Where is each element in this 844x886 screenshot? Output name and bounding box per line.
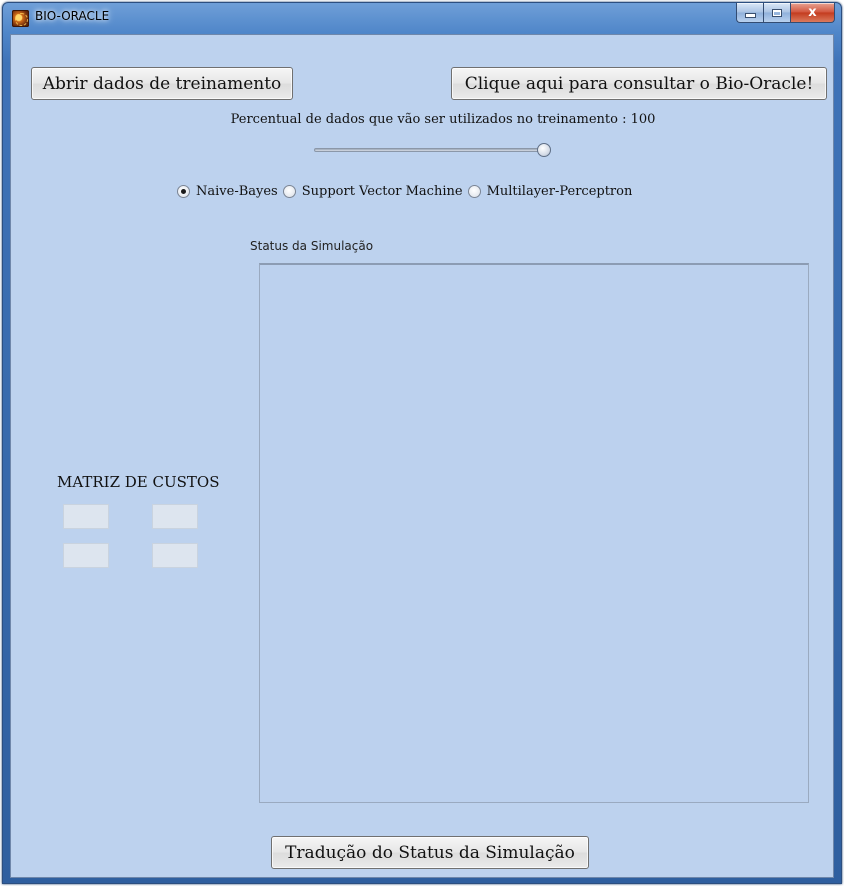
radio-option-naive-bayes[interactable]: Naive-Bayes xyxy=(177,184,278,199)
radio-option-multilayer-perceptron[interactable]: Multilayer-Perceptron xyxy=(467,183,633,199)
status-label: Status da Simulação xyxy=(250,239,374,253)
training-percent-slider[interactable] xyxy=(314,143,551,159)
cost-matrix-cell-0-1[interactable] xyxy=(152,504,198,529)
maximize-icon xyxy=(772,8,782,17)
close-button[interactable]: x xyxy=(790,3,835,23)
client-area: Abrir dados de treinamento Clique aqui p… xyxy=(10,34,834,878)
consult-bio-oracle-button[interactable]: Clique aqui para consultar o Bio-Oracle! xyxy=(451,67,827,100)
title-bar[interactable]: BIO-ORACLE x xyxy=(3,3,841,34)
radio-label: Support Vector Machine xyxy=(301,183,463,199)
slider-track[interactable] xyxy=(314,148,544,152)
window-controls: x xyxy=(736,3,835,23)
translate-status-button[interactable]: Tradução do Status da Simulação xyxy=(271,836,589,869)
open-training-data-button[interactable]: Abrir dados de treinamento xyxy=(31,67,293,100)
radio-label: Naive-Bayes xyxy=(196,183,278,199)
radio-label: Multilayer-Perceptron xyxy=(486,183,633,199)
status-text-area[interactable] xyxy=(259,263,809,803)
app-logo-icon xyxy=(12,10,29,27)
close-icon: x xyxy=(808,5,817,20)
training-percent-label: Percentual de dados que vão ser utilizad… xyxy=(230,112,656,127)
radio-option-svm[interactable]: Support Vector Machine xyxy=(282,183,463,199)
radio-button[interactable] xyxy=(282,184,296,198)
cost-matrix-cell-1-0[interactable] xyxy=(63,543,109,568)
app-window: BIO-ORACLE x Abrir dados de treinamento … xyxy=(2,2,842,884)
cost-matrix-cell-0-0[interactable] xyxy=(63,504,109,529)
slider-thumb[interactable] xyxy=(537,143,551,157)
maximize-button[interactable] xyxy=(763,3,790,23)
cost-matrix-label: MATRIZ DE CUSTOS xyxy=(57,473,220,491)
window-title: BIO-ORACLE xyxy=(35,9,110,23)
cost-matrix-cell-1-1[interactable] xyxy=(152,543,198,568)
algorithm-radio-group: Naive-Bayes Support Vector Machine Multila… xyxy=(177,181,637,201)
radio-button[interactable] xyxy=(467,184,481,198)
minimize-button[interactable] xyxy=(736,3,763,23)
radio-button[interactable] xyxy=(177,184,190,198)
minimize-icon xyxy=(744,13,756,18)
